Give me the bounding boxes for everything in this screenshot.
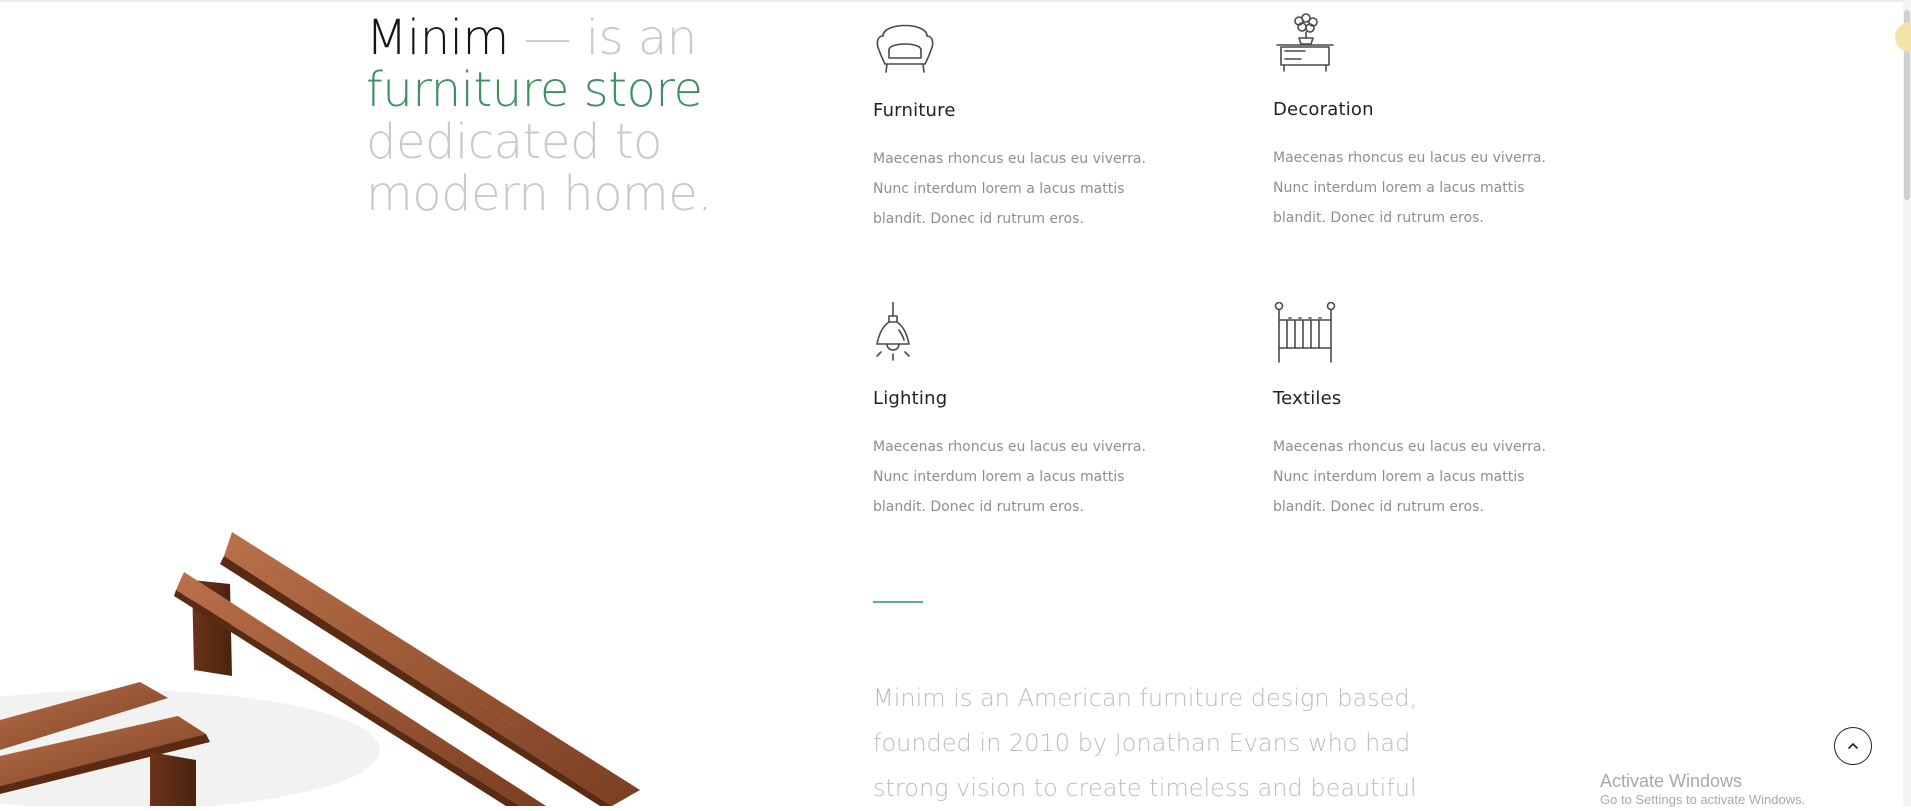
top-divider bbox=[0, 0, 1911, 2]
chevron-up-icon bbox=[1848, 743, 1858, 749]
feature-title: Decoration bbox=[1273, 99, 1374, 120]
crib-icon bbox=[1273, 302, 1337, 366]
windows-activation-watermark: Activate Windows Go to Settings to activ… bbox=[1600, 770, 1805, 808]
hero-accent: furniture store bbox=[366, 62, 703, 118]
hero-line4: modern home. bbox=[366, 166, 713, 222]
hero-heading: Minim — is an furniture store dedicated … bbox=[366, 12, 786, 220]
feature-description: Maecenas rhoncus eu lacus eu viverra. Nu… bbox=[1273, 439, 1546, 515]
section-divider bbox=[873, 601, 923, 603]
scrollbar[interactable] bbox=[1903, 0, 1911, 806]
plant-cabinet-icon bbox=[1273, 13, 1337, 77]
feature-title: Lighting bbox=[873, 388, 948, 409]
feature-description: Maecenas rhoncus eu lacus eu viverra. Nu… bbox=[1273, 150, 1546, 226]
back-to-top-button[interactable] bbox=[1834, 727, 1872, 765]
about-text: Minim is an American furniture design ba… bbox=[873, 684, 1418, 802]
feature-description: Maecenas rhoncus eu lacus eu viverra. Nu… bbox=[873, 439, 1146, 515]
bench-image bbox=[0, 520, 660, 810]
hero-brand: Minim bbox=[366, 10, 509, 66]
pendant-lamp-icon bbox=[873, 302, 937, 366]
feature-description: Maecenas rhoncus eu lacus eu viverra. Nu… bbox=[873, 151, 1146, 227]
hero-line3: dedicated to bbox=[366, 114, 662, 170]
armchair-icon bbox=[873, 14, 937, 78]
feature-title: Textiles bbox=[1273, 388, 1342, 409]
watermark-line1: Activate Windows bbox=[1600, 771, 1743, 791]
chat-widget-icon[interactable] bbox=[1895, 22, 1911, 52]
hero-intro: — is an bbox=[508, 10, 698, 66]
feature-title: Furniture bbox=[873, 100, 956, 121]
